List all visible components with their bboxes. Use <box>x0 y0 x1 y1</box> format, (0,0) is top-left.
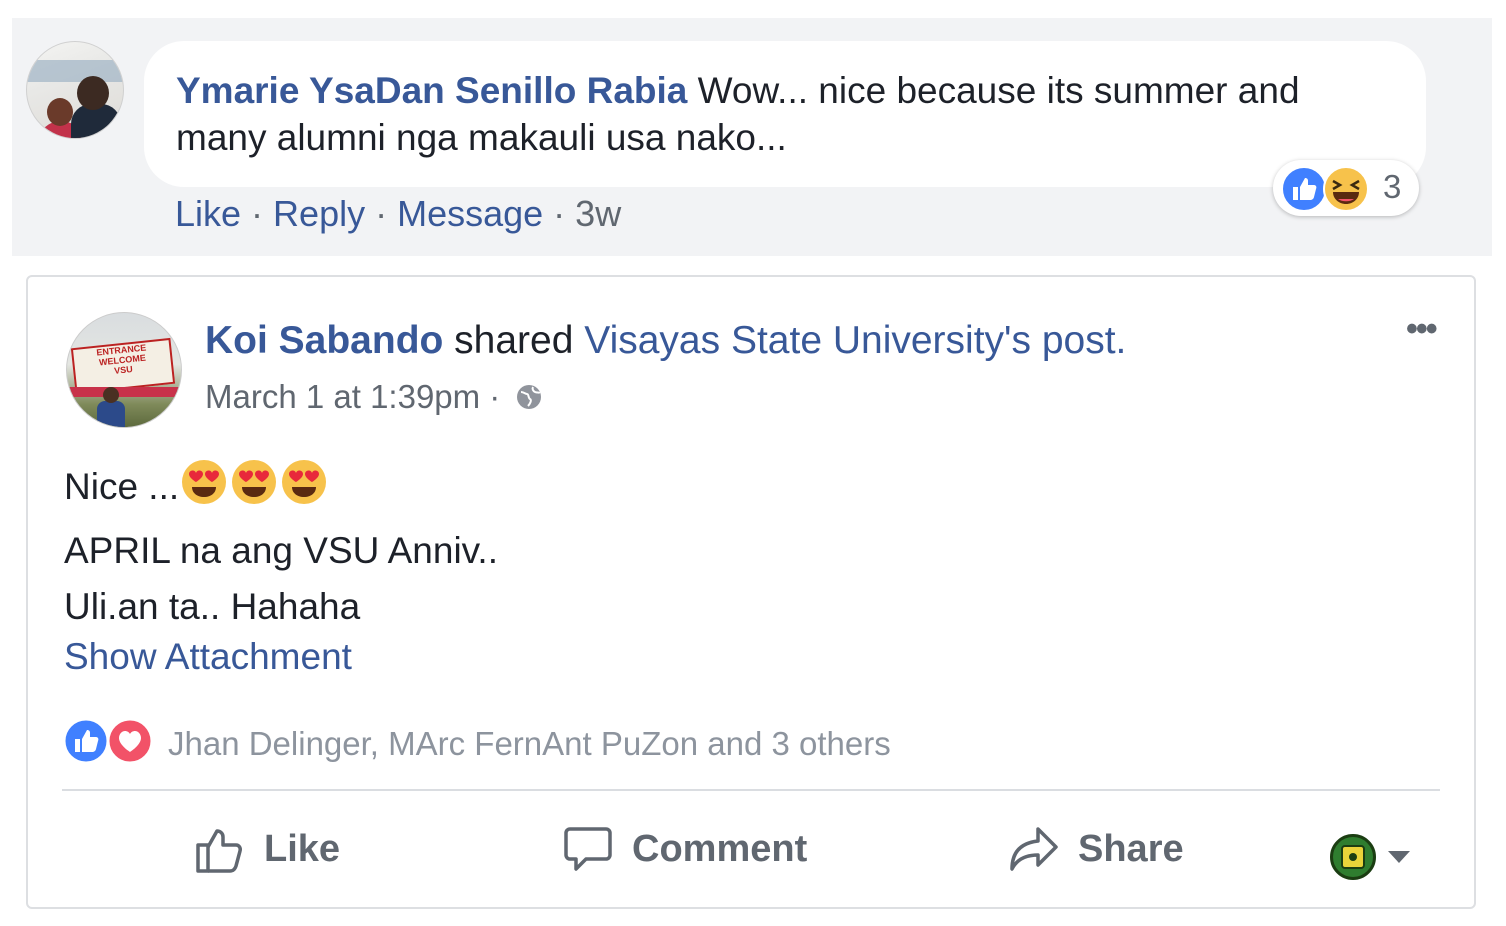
post-as-selector[interactable] <box>1330 829 1410 885</box>
like-button[interactable]: Like <box>194 821 340 877</box>
post-card: ENTRANCE WELCOME VSU Koi Sabando shared Vi… <box>26 275 1476 909</box>
share-arrow-icon <box>1010 827 1058 871</box>
reactors-text[interactable]: Jhan Delinger, MArc FernAnt PuZon and 3 … <box>168 725 891 763</box>
like-label: Like <box>264 827 341 870</box>
post-header: Koi Sabando shared Visayas State Univers… <box>205 319 1126 363</box>
comment-reaction-count: 3 <box>1383 168 1402 205</box>
commenter-avatar[interactable] <box>26 41 124 139</box>
comment-reactions[interactable]: 3 <box>1273 160 1419 216</box>
poster-name[interactable]: Koi Sabando <box>205 319 443 362</box>
separator: · <box>241 193 274 234</box>
heart-eyes-icon <box>282 460 327 504</box>
comment-reply-link[interactable]: Reply <box>273 193 365 234</box>
heart-eyes-icon <box>182 460 227 504</box>
comment-icon <box>564 827 612 871</box>
comment-actions: Like · Reply · Message · 3w <box>175 193 621 235</box>
like-icon <box>62 717 110 765</box>
comment-label: Comment <box>632 827 808 870</box>
globe-icon[interactable] <box>515 383 543 411</box>
comment-timestamp[interactable]: 3w <box>575 193 621 234</box>
post-body-line: APRIL na ang VSU Anniv.. <box>64 530 498 571</box>
comment-author[interactable]: Ymarie YsaDan Senillo Rabia <box>176 70 687 111</box>
shared-source-link[interactable]: Visayas State University's post. <box>584 319 1126 362</box>
post-body: Nice ... APRIL na ang VSU Anniv.. Uli.an… <box>64 457 498 635</box>
haha-icon <box>1323 166 1369 212</box>
thumbs-up-icon <box>196 829 242 873</box>
post-action-bar: Like Comment Share <box>28 807 1474 897</box>
like-icon <box>1281 166 1327 212</box>
page-avatar-icon <box>1330 834 1376 880</box>
comment-bubble: Ymarie YsaDan Senillo Rabia Wow... nice … <box>144 41 1426 187</box>
separator: · <box>543 193 576 234</box>
comment-like-link[interactable]: Like <box>175 193 241 234</box>
chevron-down-icon <box>1388 851 1410 863</box>
poster-avatar[interactable]: ENTRANCE WELCOME VSU <box>66 312 182 428</box>
share-label: Share <box>1078 827 1184 870</box>
comment-button[interactable]: Comment <box>562 821 807 877</box>
more-options-button[interactable]: ••• <box>1406 312 1450 346</box>
show-attachment-link[interactable]: Show Attachment <box>64 636 352 678</box>
post-body-line: Uli.an ta.. Hahaha <box>64 586 361 627</box>
emoji-group <box>179 457 329 523</box>
shared-text: shared <box>443 319 585 362</box>
comment-message-link[interactable]: Message <box>397 193 543 234</box>
post-meta: March 1 at 1:39pm · <box>205 378 543 416</box>
love-icon <box>106 717 154 765</box>
divider <box>62 789 1440 791</box>
separator: · <box>365 193 398 234</box>
post-body-line: Nice ... <box>64 466 180 507</box>
post-timestamp[interactable]: March 1 at 1:39pm · <box>205 378 509 415</box>
heart-eyes-icon <box>232 460 277 504</box>
share-button[interactable]: Share <box>1008 821 1184 877</box>
